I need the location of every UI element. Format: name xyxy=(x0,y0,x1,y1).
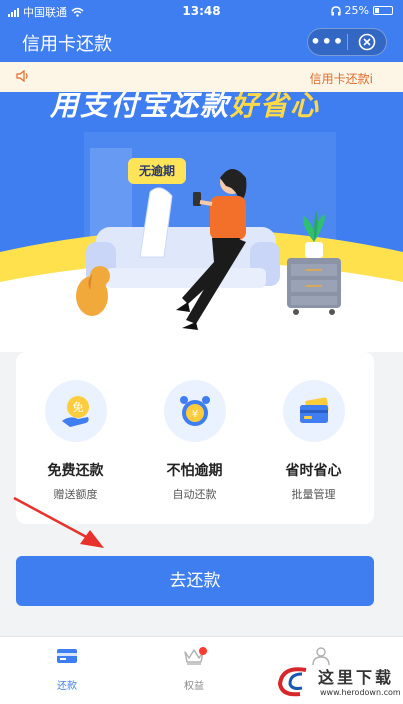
tab-label: 还款 xyxy=(57,681,77,692)
watermark-url: www.herodown.com xyxy=(320,688,401,697)
free-badge-text: 免 xyxy=(72,400,83,414)
notification-dot xyxy=(199,647,207,655)
hero-banner: 用支付宝还款好省心 无逾期 xyxy=(0,92,403,352)
watermark-text: 这里下载 xyxy=(318,668,395,687)
feature-subtitle: 赠送额度 xyxy=(53,488,98,501)
feature-no-overdue: ¥ 不怕逾期 自动还款 xyxy=(135,380,254,502)
feature-title: 不怕逾期 xyxy=(166,463,223,479)
no-overdue-tag: 无逾期 xyxy=(128,158,186,184)
headphones-icon xyxy=(330,5,341,15)
feature-subtitle: 批量管理 xyxy=(291,488,336,501)
feature-subtitle: 自动还款 xyxy=(172,488,217,501)
speaker-icon xyxy=(16,70,28,82)
go-repay-button[interactable]: 去还款 xyxy=(16,556,374,606)
battery-icon xyxy=(373,6,393,15)
watermark-logo-icon xyxy=(277,667,307,697)
feature-title: 省时省心 xyxy=(285,463,342,479)
battery-percent: 25% xyxy=(344,4,369,17)
site-watermark: 这里下载 www.herodown.com xyxy=(276,660,403,704)
close-button[interactable] xyxy=(348,33,387,51)
feature-free-repay: 免 免费还款 赠送额度 xyxy=(16,380,135,502)
free-coin-icon: 免 xyxy=(44,380,107,442)
mini-program-capsule: ••• xyxy=(307,28,387,56)
page-title: 信用卡还款 xyxy=(22,34,112,55)
banner-slogan-highlight: 好省心 xyxy=(230,92,321,122)
nav-bar: 信用卡还款 ••• xyxy=(0,22,403,62)
features-card: 免 免费还款 赠送额度 ¥ 不怕逾期 自动还款 省时省心 批量管理 xyxy=(16,352,374,524)
close-icon xyxy=(358,33,376,51)
banner-slogan-main: 用支付宝还款 xyxy=(50,92,231,122)
notice-bar[interactable]: 信用卡还款i xyxy=(0,62,403,92)
banner-slogan: 用支付宝还款好省心 xyxy=(50,92,320,124)
yuan-badge-text: ¥ xyxy=(191,409,197,420)
tab-repay[interactable]: 还款 xyxy=(0,643,134,692)
notice-text: 信用卡还款i xyxy=(309,72,373,86)
tab-rights[interactable]: 权益 xyxy=(127,643,261,692)
banner-illustration xyxy=(0,132,403,352)
status-bar: 中国联通 13:48 25% xyxy=(0,0,403,22)
feature-title: 免费还款 xyxy=(47,463,104,479)
tab-label: 权益 xyxy=(184,681,204,692)
cards-icon xyxy=(282,380,345,442)
card-icon xyxy=(57,649,77,663)
feature-save-time: 省时省心 批量管理 xyxy=(254,380,373,502)
more-button[interactable]: ••• xyxy=(308,29,347,55)
alarm-clock-icon: ¥ xyxy=(163,380,226,442)
